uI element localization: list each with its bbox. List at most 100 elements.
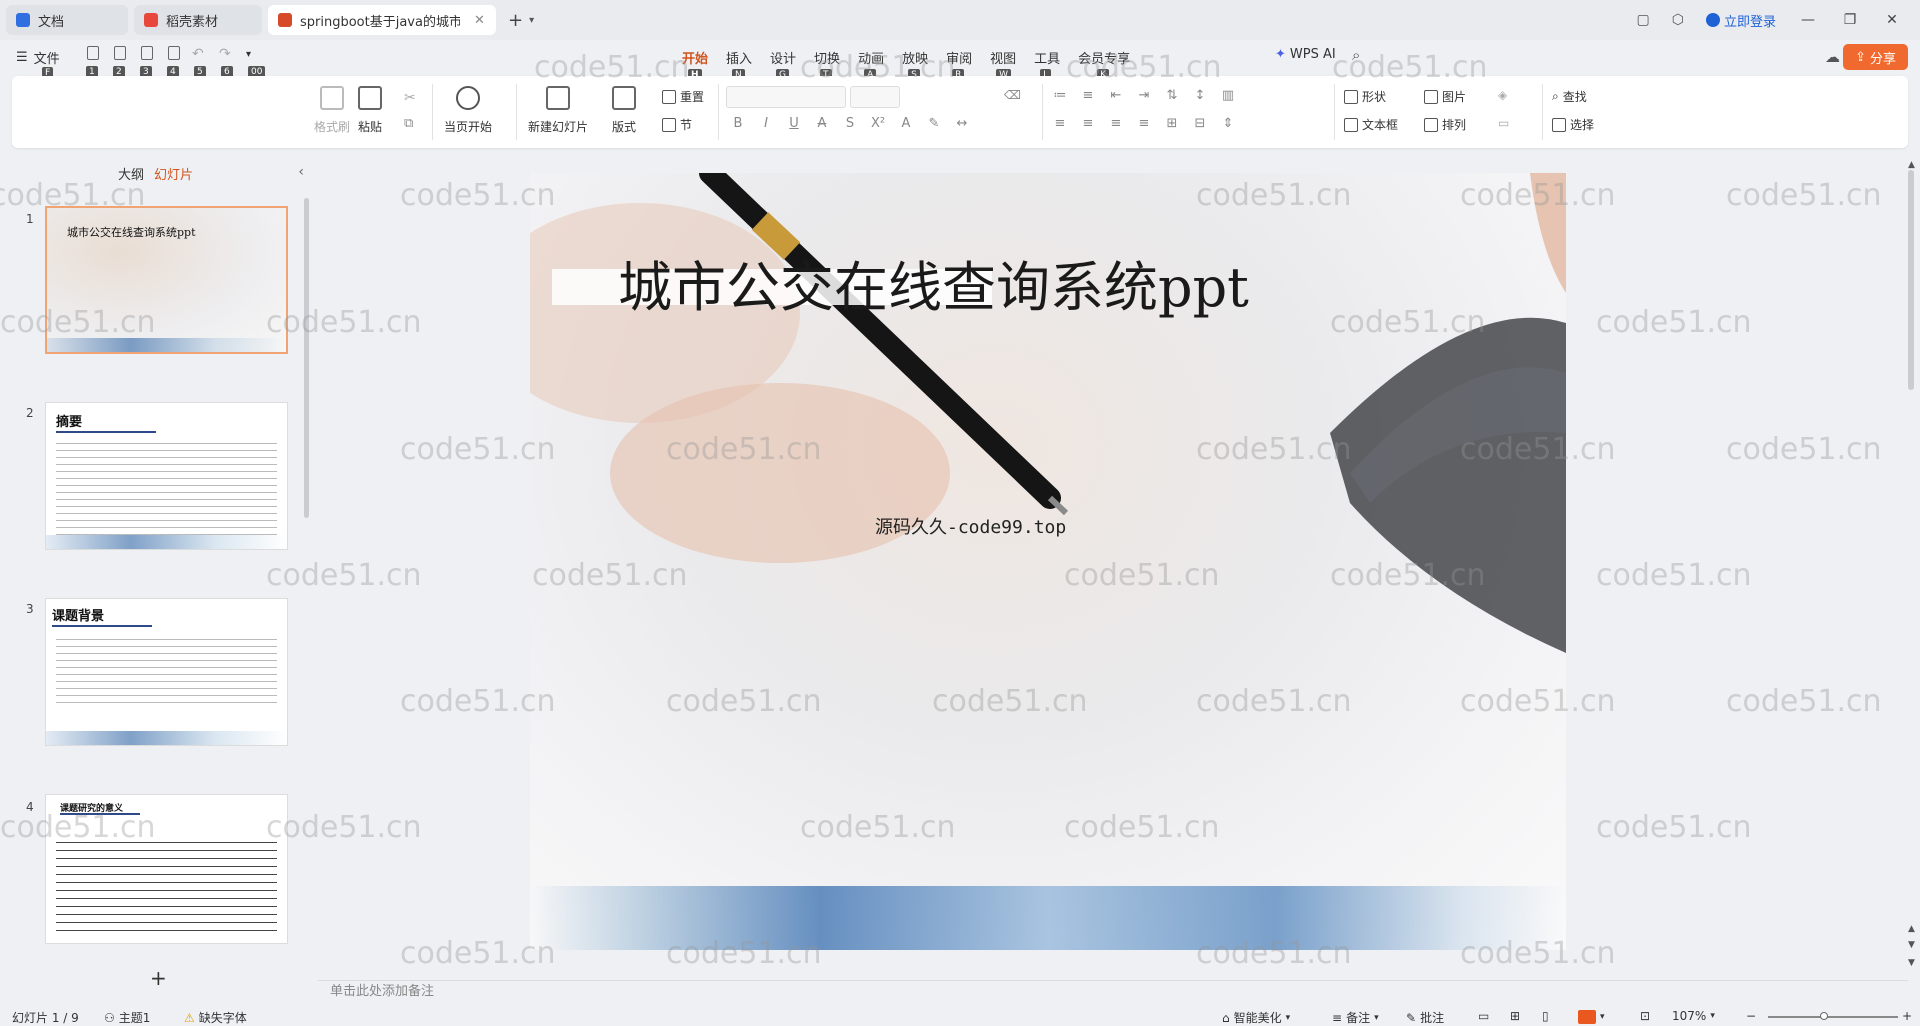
cube-icon[interactable]: ⬡ [1672, 12, 1684, 28]
scroll-up-icon[interactable]: ▲ [1908, 160, 1915, 170]
columns-icon[interactable]: ▥ [1220, 88, 1236, 103]
tab-insert[interactable]: 插入 N [717, 48, 761, 81]
prev-page-icon[interactable]: ▲ [1908, 924, 1915, 934]
paste-button[interactable]: 粘贴 [358, 86, 382, 135]
spacing-icon[interactable]: ⇕ [1220, 116, 1236, 131]
export-pdf-button[interactable]: 2 [111, 46, 129, 78]
tab-tools[interactable]: 工具 L [1025, 48, 1069, 81]
shape-button[interactable]: 形状 [1344, 88, 1386, 105]
new-tab-button[interactable]: + [508, 10, 523, 31]
notes-area[interactable]: 单击此处添加备注 [318, 980, 1908, 1002]
decrease-indent-icon[interactable]: ⇤ [1108, 88, 1124, 103]
tab-outline[interactable]: 大纲 [118, 164, 144, 183]
outline-icon[interactable]: ▭ [1498, 116, 1509, 130]
normal-view-button[interactable]: ▭ [1478, 1009, 1489, 1023]
zoom-level[interactable]: 107% ▾ [1672, 1009, 1715, 1023]
layout-button[interactable]: 版式 [612, 86, 636, 135]
select-button[interactable]: 选择 [1552, 116, 1594, 133]
slide-thumbnail-2[interactable]: 摘要 [45, 402, 288, 550]
justify-icon[interactable]: ≡ [1136, 116, 1152, 131]
login-button[interactable]: 立即登录 [1705, 11, 1776, 30]
align-center-icon[interactable]: ≡ [1080, 116, 1096, 131]
find-button[interactable]: ⌕ 查找 [1552, 88, 1587, 105]
zoom-in-button[interactable]: + [1902, 1009, 1912, 1023]
align-left-icon[interactable]: ≡ [1052, 116, 1068, 131]
superscript-icon[interactable]: X² [870, 116, 886, 131]
print-preview-button[interactable]: 4 [165, 46, 183, 78]
tab-slideshow[interactable]: 放映 S [893, 48, 937, 81]
tab-view[interactable]: 视图 W [981, 48, 1025, 81]
theme-indicator[interactable]: ⚇ 主题1 [104, 1009, 150, 1026]
slide-subtitle[interactable]: 源码久久-code99.top [875, 513, 1066, 539]
section-button[interactable]: 节 [662, 116, 692, 133]
italic-icon[interactable]: I [758, 116, 774, 131]
char-spacing-icon[interactable]: ↔ [954, 116, 970, 131]
scroll-down-icon[interactable]: ▼ [1908, 958, 1915, 968]
slideshow-button[interactable]: ▾ [1578, 1010, 1605, 1024]
numbering-icon[interactable]: ≡ [1080, 88, 1096, 103]
textbox-button[interactable]: 文本框 [1344, 116, 1398, 133]
arrange-button[interactable]: 排列 [1424, 116, 1466, 133]
font-size-select[interactable] [850, 86, 900, 108]
tab-design[interactable]: 设计 G [761, 48, 805, 81]
slide-title[interactable]: 城市公交在线查询系统ppt [618, 243, 1249, 322]
close-window-button[interactable]: ✕ [1882, 12, 1902, 28]
bullets-icon[interactable]: ≔ [1052, 88, 1068, 103]
slide-thumbnail-3[interactable]: 课题背景 [45, 598, 288, 746]
new-slide-button[interactable]: 新建幻灯片 [528, 86, 588, 135]
chevron-down-icon[interactable]: ▾ [529, 15, 534, 26]
cut-icon[interactable]: ✂ [404, 90, 416, 106]
minimize-button[interactable]: — [1798, 12, 1818, 28]
file-menu[interactable]: ☰ 文件 F [16, 48, 60, 79]
tab-member[interactable]: 会员专享 K [1069, 48, 1139, 81]
tab-animations[interactable]: 动画 A [849, 48, 893, 81]
search-icon[interactable]: ⌕ [1352, 46, 1360, 64]
tab-docer-assets[interactable]: 稻壳素材 [134, 5, 262, 35]
share-button[interactable]: ⇪ 分享 [1843, 44, 1908, 70]
zoom-slider[interactable] [1768, 1012, 1898, 1020]
missing-font-indicator[interactable]: ⚠ 缺失字体 [184, 1009, 247, 1026]
eraser-icon[interactable]: ⌫ [1004, 88, 1021, 102]
highlight-icon[interactable]: ✎ [926, 116, 942, 131]
increase-indent-icon[interactable]: ⇥ [1136, 88, 1152, 103]
slide-sorter-button[interactable]: ⊞ [1510, 1009, 1520, 1023]
tab-presentation[interactable]: springboot基于java的城市… ✕ [268, 5, 496, 35]
restore-button[interactable]: ❐ [1840, 12, 1860, 28]
redo-button[interactable]: ↷ 6 [219, 46, 237, 78]
tab-home[interactable]: 开始 H [673, 48, 717, 81]
shadow-icon[interactable]: S [842, 116, 858, 131]
font-color-icon[interactable]: A [898, 116, 914, 131]
comments-toggle[interactable]: ✎ 批注 [1406, 1009, 1444, 1026]
text-direction-icon[interactable]: ⇅ [1164, 88, 1180, 103]
strikethrough-icon[interactable]: A [814, 116, 830, 131]
align-right-icon[interactable]: ≡ [1108, 116, 1124, 131]
print-button[interactable]: 3 [138, 46, 156, 78]
align-text-icon[interactable]: ⊟ [1192, 116, 1208, 131]
close-icon[interactable]: ✕ [474, 13, 485, 28]
add-slide-button[interactable]: + [150, 966, 167, 990]
tab-slides[interactable]: 幻灯片 [154, 164, 193, 183]
cloud-upload-icon[interactable]: ☁ [1825, 48, 1840, 66]
bold-icon[interactable]: B [730, 116, 746, 131]
picture-button[interactable]: 图片 [1424, 88, 1466, 105]
canvas-scrollbar[interactable] [1908, 170, 1914, 930]
beautify-button[interactable]: ⌂ 智能美化 ▾ [1222, 1009, 1290, 1026]
collapse-pane-icon[interactable]: ‹ [298, 164, 304, 180]
tab-review[interactable]: 审阅 R [937, 48, 981, 81]
wps-ai-button[interactable]: ✦ WPS AI [1275, 47, 1336, 62]
undo-button[interactable]: ↶ 5 [192, 46, 210, 78]
distribute-icon[interactable]: ⊞ [1164, 116, 1180, 131]
slide-thumbnail-1[interactable]: 城市公交在线查询系统ppt [45, 206, 288, 354]
notes-toggle[interactable]: ≡ 备注 ▾ [1332, 1009, 1379, 1026]
slide-thumbnail-4[interactable]: 课题研究的意义 [45, 794, 288, 944]
reading-view-button[interactable]: ▯ [1542, 1009, 1549, 1023]
next-page-icon[interactable]: ▼ [1908, 940, 1915, 950]
fill-icon[interactable]: ◈ [1498, 88, 1507, 102]
line-spacing-icon[interactable]: ↕ [1192, 88, 1208, 103]
save-button[interactable]: 1 [84, 46, 102, 78]
play-from-current-button[interactable]: 当页开始 [444, 86, 492, 135]
font-family-select[interactable] [726, 86, 846, 108]
current-slide[interactable]: 城市公交在线查询系统ppt 源码久久-code99.top [530, 173, 1566, 950]
copy-icon[interactable]: ⧉ [404, 116, 413, 131]
tab-documents[interactable]: 文档 [6, 5, 128, 35]
